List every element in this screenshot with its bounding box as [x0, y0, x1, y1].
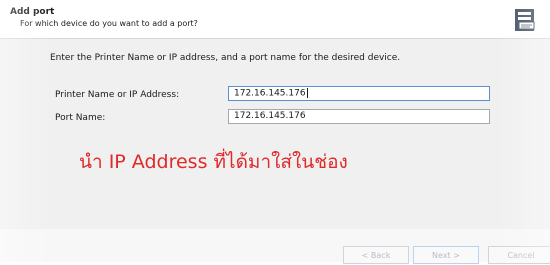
wizard-title: Add port — [10, 7, 55, 17]
instruction-text: Enter the Printer Name or IP address, an… — [50, 53, 401, 63]
port-name-label: Port Name: — [55, 113, 106, 123]
wizard-subtitle: For which device do you want to add a po… — [20, 19, 198, 28]
next-button[interactable]: Next > — [413, 246, 479, 264]
printer-name-value: 172.16.145.176 — [234, 88, 306, 99]
printer-wizard-icon — [515, 9, 535, 31]
port-name-input[interactable]: 172.16.145.176 — [228, 109, 490, 124]
printer-name-input[interactable]: 172.16.145.176 — [228, 86, 490, 101]
wizard-content — [0, 39, 550, 229]
wizard-header: Add port For which device do you want to… — [0, 0, 550, 38]
cancel-button[interactable]: Cancel — [488, 246, 550, 264]
annotation-text: นำ IP Address ที่ได้มาใส่ในช่อง — [79, 151, 348, 173]
back-button[interactable]: < Back — [343, 246, 409, 264]
port-name-value: 172.16.145.176 — [234, 111, 306, 121]
text-caret — [306, 88, 308, 98]
printer-name-label: Printer Name or IP Address: — [55, 90, 180, 100]
